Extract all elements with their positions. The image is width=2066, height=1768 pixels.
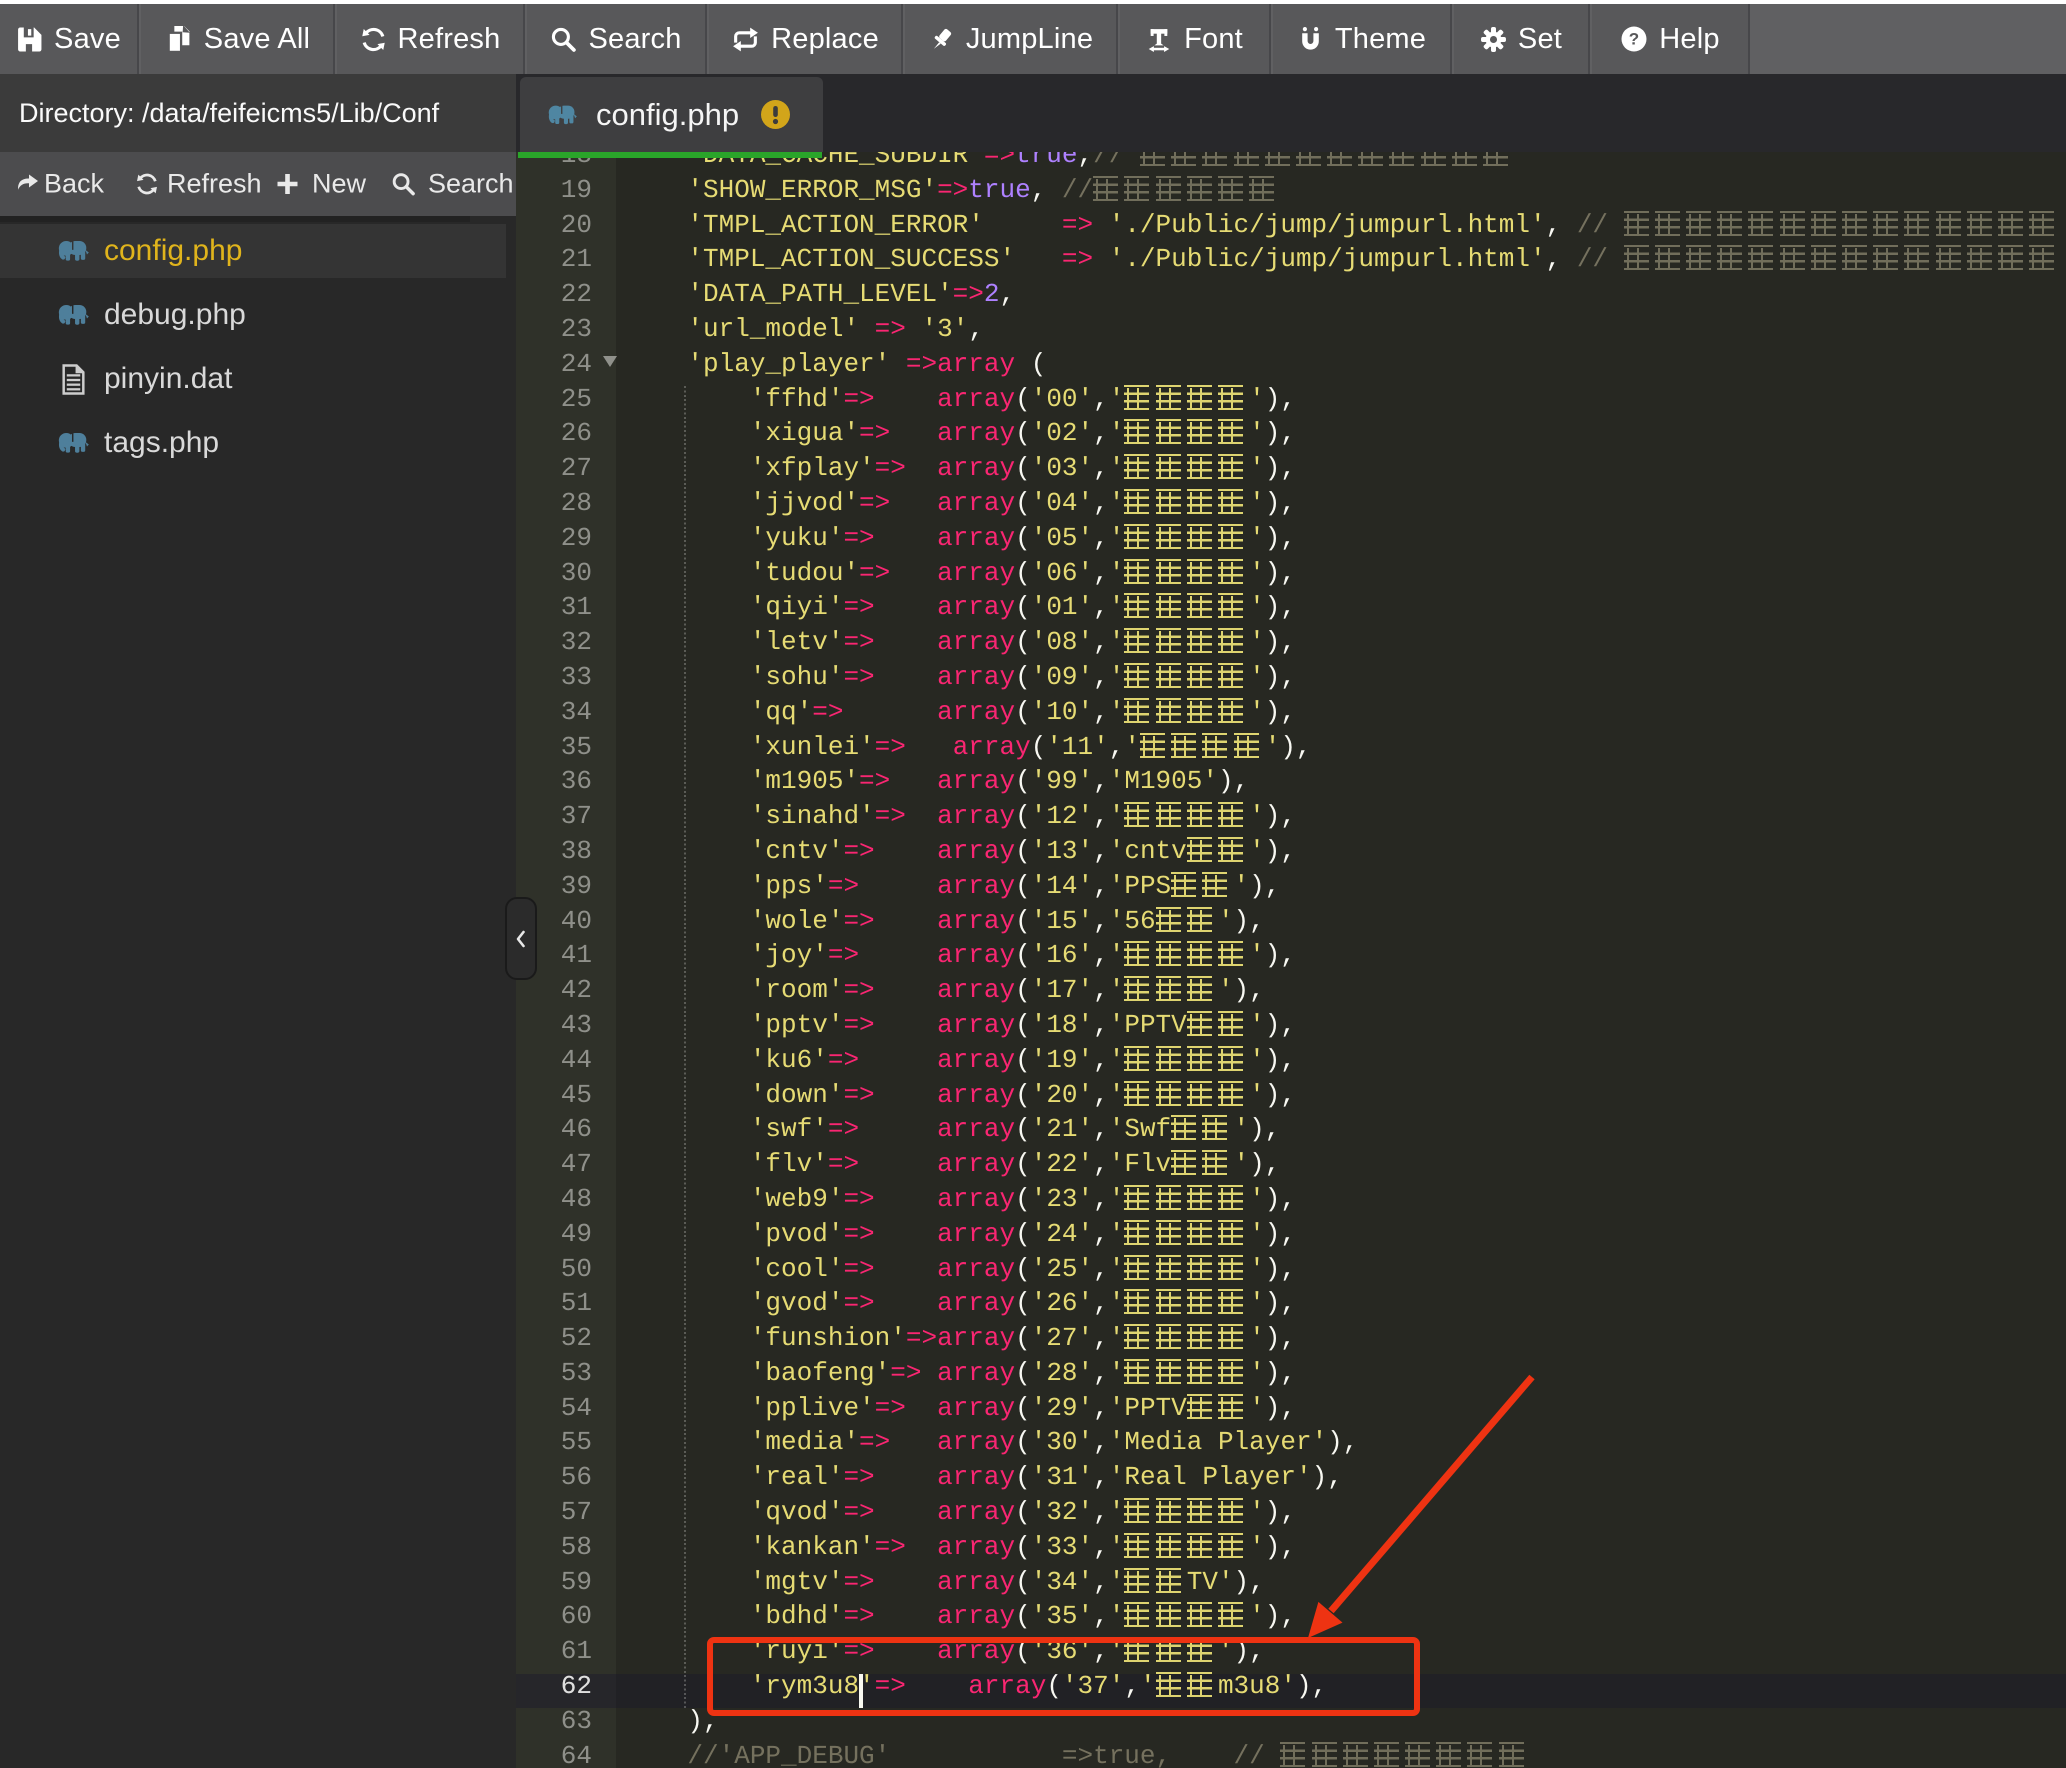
svg-text:?: ? bbox=[1629, 30, 1639, 49]
